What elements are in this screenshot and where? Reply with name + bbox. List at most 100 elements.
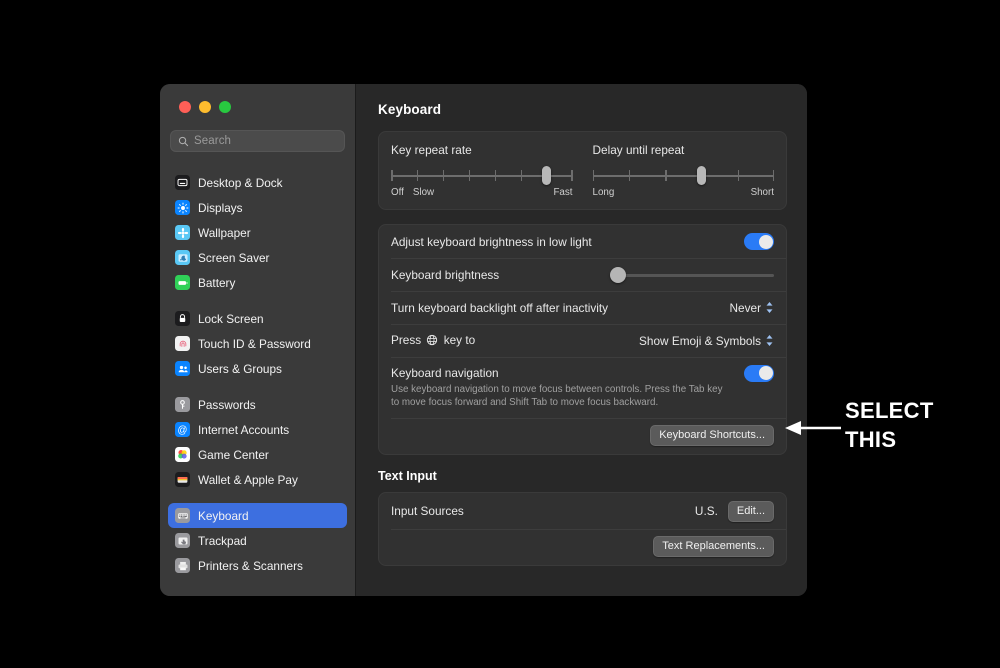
printers-scanners-icon (175, 558, 190, 573)
sidebar-item-screen-saver[interactable]: Screen Saver (168, 245, 347, 270)
keyboard-shortcuts-button[interactable]: Keyboard Shortcuts... (650, 425, 774, 446)
key-repeat-off-label: Off (391, 187, 404, 198)
key-repeat-rate-control: Key repeat rate Off Slow (391, 143, 573, 198)
annotation-arrow-icon (783, 418, 843, 438)
wallpaper-icon (175, 225, 190, 240)
sidebar-item-label: Wallpaper (198, 226, 251, 240)
text-replacements-row: Text Replacements... (379, 529, 786, 565)
svg-text:@: @ (178, 425, 188, 436)
press-key-label-after: key to (444, 333, 475, 347)
sidebar-item-trackpad[interactable]: Trackpad (168, 528, 347, 553)
screenshot-root: Search Desktop & Dock (0, 0, 1000, 668)
sidebar-item-label: Game Center (198, 448, 269, 462)
sidebar-item-wallpaper[interactable]: Wallpaper (168, 220, 347, 245)
delay-long-label: Long (593, 187, 615, 198)
search-icon (178, 136, 189, 147)
sidebar-item-label: Touch ID & Password (198, 337, 311, 351)
minimize-button[interactable] (199, 101, 211, 113)
sidebar-item-lock-screen[interactable]: Lock Screen (168, 306, 347, 331)
key-repeat-card: Key repeat rate Off Slow (378, 131, 787, 210)
chevron-updown-icon (765, 301, 774, 314)
delay-until-repeat-label: Delay until repeat (593, 143, 775, 157)
text-input-section-title: Text Input (378, 469, 787, 483)
lock-screen-icon (175, 311, 190, 326)
press-key-row: Press key to Show Emoji & Symbols (379, 324, 786, 357)
key-repeat-fast-label: Fast (553, 187, 572, 198)
keyboard-brightness-slider[interactable] (610, 267, 774, 283)
sidebar-nav: Desktop & Dock Displays Wallpaper (168, 170, 347, 578)
sidebar-item-printers-scanners[interactable]: Printers & Scanners (168, 553, 347, 578)
keyboard-icon (175, 508, 190, 523)
users-groups-icon (175, 361, 190, 376)
adjust-brightness-toggle[interactable] (744, 233, 774, 250)
press-key-label: Press key to (391, 333, 475, 349)
backlight-off-row: Turn keyboard backlight off after inacti… (379, 291, 786, 324)
key-repeat-rate-label: Key repeat rate (391, 143, 573, 157)
sidebar-group-devices: Keyboard Trackpad Printers & Scanners (168, 503, 347, 578)
sidebar-item-label: Passwords (198, 398, 256, 412)
sidebar-item-label: Battery (198, 276, 235, 290)
sidebar-item-label: Internet Accounts (198, 423, 289, 437)
sidebar-item-internet-accounts[interactable]: @ Internet Accounts (168, 417, 347, 442)
backlight-off-label: Turn keyboard backlight off after inacti… (391, 301, 608, 315)
sidebar-item-desktop-dock[interactable]: Desktop & Dock (168, 170, 347, 195)
adjust-brightness-row: Adjust keyboard brightness in low light (379, 225, 786, 258)
chevron-updown-icon (765, 334, 774, 347)
annotation-line-2: THIS (845, 425, 934, 454)
delay-until-repeat-thumb[interactable] (697, 166, 706, 185)
search-container: Search (170, 130, 345, 152)
sidebar-item-wallet-apple-pay[interactable]: Wallet & Apple Pay (168, 467, 347, 492)
window-controls (168, 84, 347, 113)
game-center-icon (175, 447, 190, 462)
sidebar-item-label: Lock Screen (198, 312, 264, 326)
adjust-brightness-label: Adjust keyboard brightness in low light (391, 235, 592, 249)
sidebar-item-users-groups[interactable]: Users & Groups (168, 356, 347, 381)
sidebar-item-label: Keyboard (198, 509, 249, 523)
press-key-value: Show Emoji & Symbols (639, 334, 761, 348)
input-sources-label: Input Sources (391, 504, 464, 518)
press-key-popup-button[interactable]: Show Emoji & Symbols (639, 334, 774, 348)
sidebar-item-displays[interactable]: Displays (168, 195, 347, 220)
keyboard-navigation-toggle[interactable] (744, 365, 774, 382)
sidebar: Search Desktop & Dock (160, 84, 355, 596)
wallet-apple-pay-icon (175, 472, 190, 487)
sidebar-group-security: Lock Screen Touch ID & Password Users & … (168, 306, 347, 381)
key-repeat-rate-slider[interactable] (391, 170, 573, 181)
passwords-key-icon (175, 397, 190, 412)
sidebar-item-game-center[interactable]: Game Center (168, 442, 347, 467)
internet-accounts-icon: @ (175, 422, 190, 437)
input-sources-row: Input Sources U.S. Edit... (379, 493, 786, 529)
text-replacements-button[interactable]: Text Replacements... (653, 536, 774, 557)
edit-input-sources-button[interactable]: Edit... (728, 501, 774, 522)
battery-icon (175, 275, 190, 290)
sidebar-item-label: Displays (198, 201, 243, 215)
keyboard-navigation-row: Keyboard navigation (379, 357, 786, 383)
input-sources-value: U.S. (695, 504, 718, 518)
sidebar-item-label: Printers & Scanners (198, 559, 303, 573)
sidebar-item-touch-id[interactable]: Touch ID & Password (168, 331, 347, 356)
system-settings-window: Search Desktop & Dock (160, 84, 807, 596)
backlight-off-value: Never (730, 301, 761, 315)
sidebar-item-keyboard[interactable]: Keyboard (168, 503, 347, 528)
key-repeat-rate-thumb[interactable] (542, 166, 551, 185)
close-button[interactable] (179, 101, 191, 113)
delay-until-repeat-slider[interactable] (593, 170, 775, 181)
sidebar-item-label: Screen Saver (198, 251, 269, 265)
sidebar-item-battery[interactable]: Battery (168, 270, 347, 295)
trackpad-icon (175, 533, 190, 548)
sidebar-group-appearance: Desktop & Dock Displays Wallpaper (168, 170, 347, 295)
touch-id-icon (175, 336, 190, 351)
annotation-line-1: SELECT (845, 396, 934, 425)
sidebar-item-passwords[interactable]: Passwords (168, 392, 347, 417)
backlight-off-popup-button[interactable]: Never (730, 301, 774, 315)
sidebar-item-label: Trackpad (198, 534, 247, 548)
zoom-button[interactable] (219, 101, 231, 113)
screen-saver-icon (175, 250, 190, 265)
key-repeat-slow-label: Slow (413, 187, 434, 198)
page-title: Keyboard (378, 102, 787, 117)
search-input[interactable]: Search (170, 130, 345, 152)
keyboard-options-card: Adjust keyboard brightness in low light … (378, 224, 787, 455)
keyboard-brightness-thumb[interactable] (610, 267, 626, 283)
keyboard-brightness-label: Keyboard brightness (391, 268, 499, 282)
sidebar-item-label: Desktop & Dock (198, 176, 283, 190)
